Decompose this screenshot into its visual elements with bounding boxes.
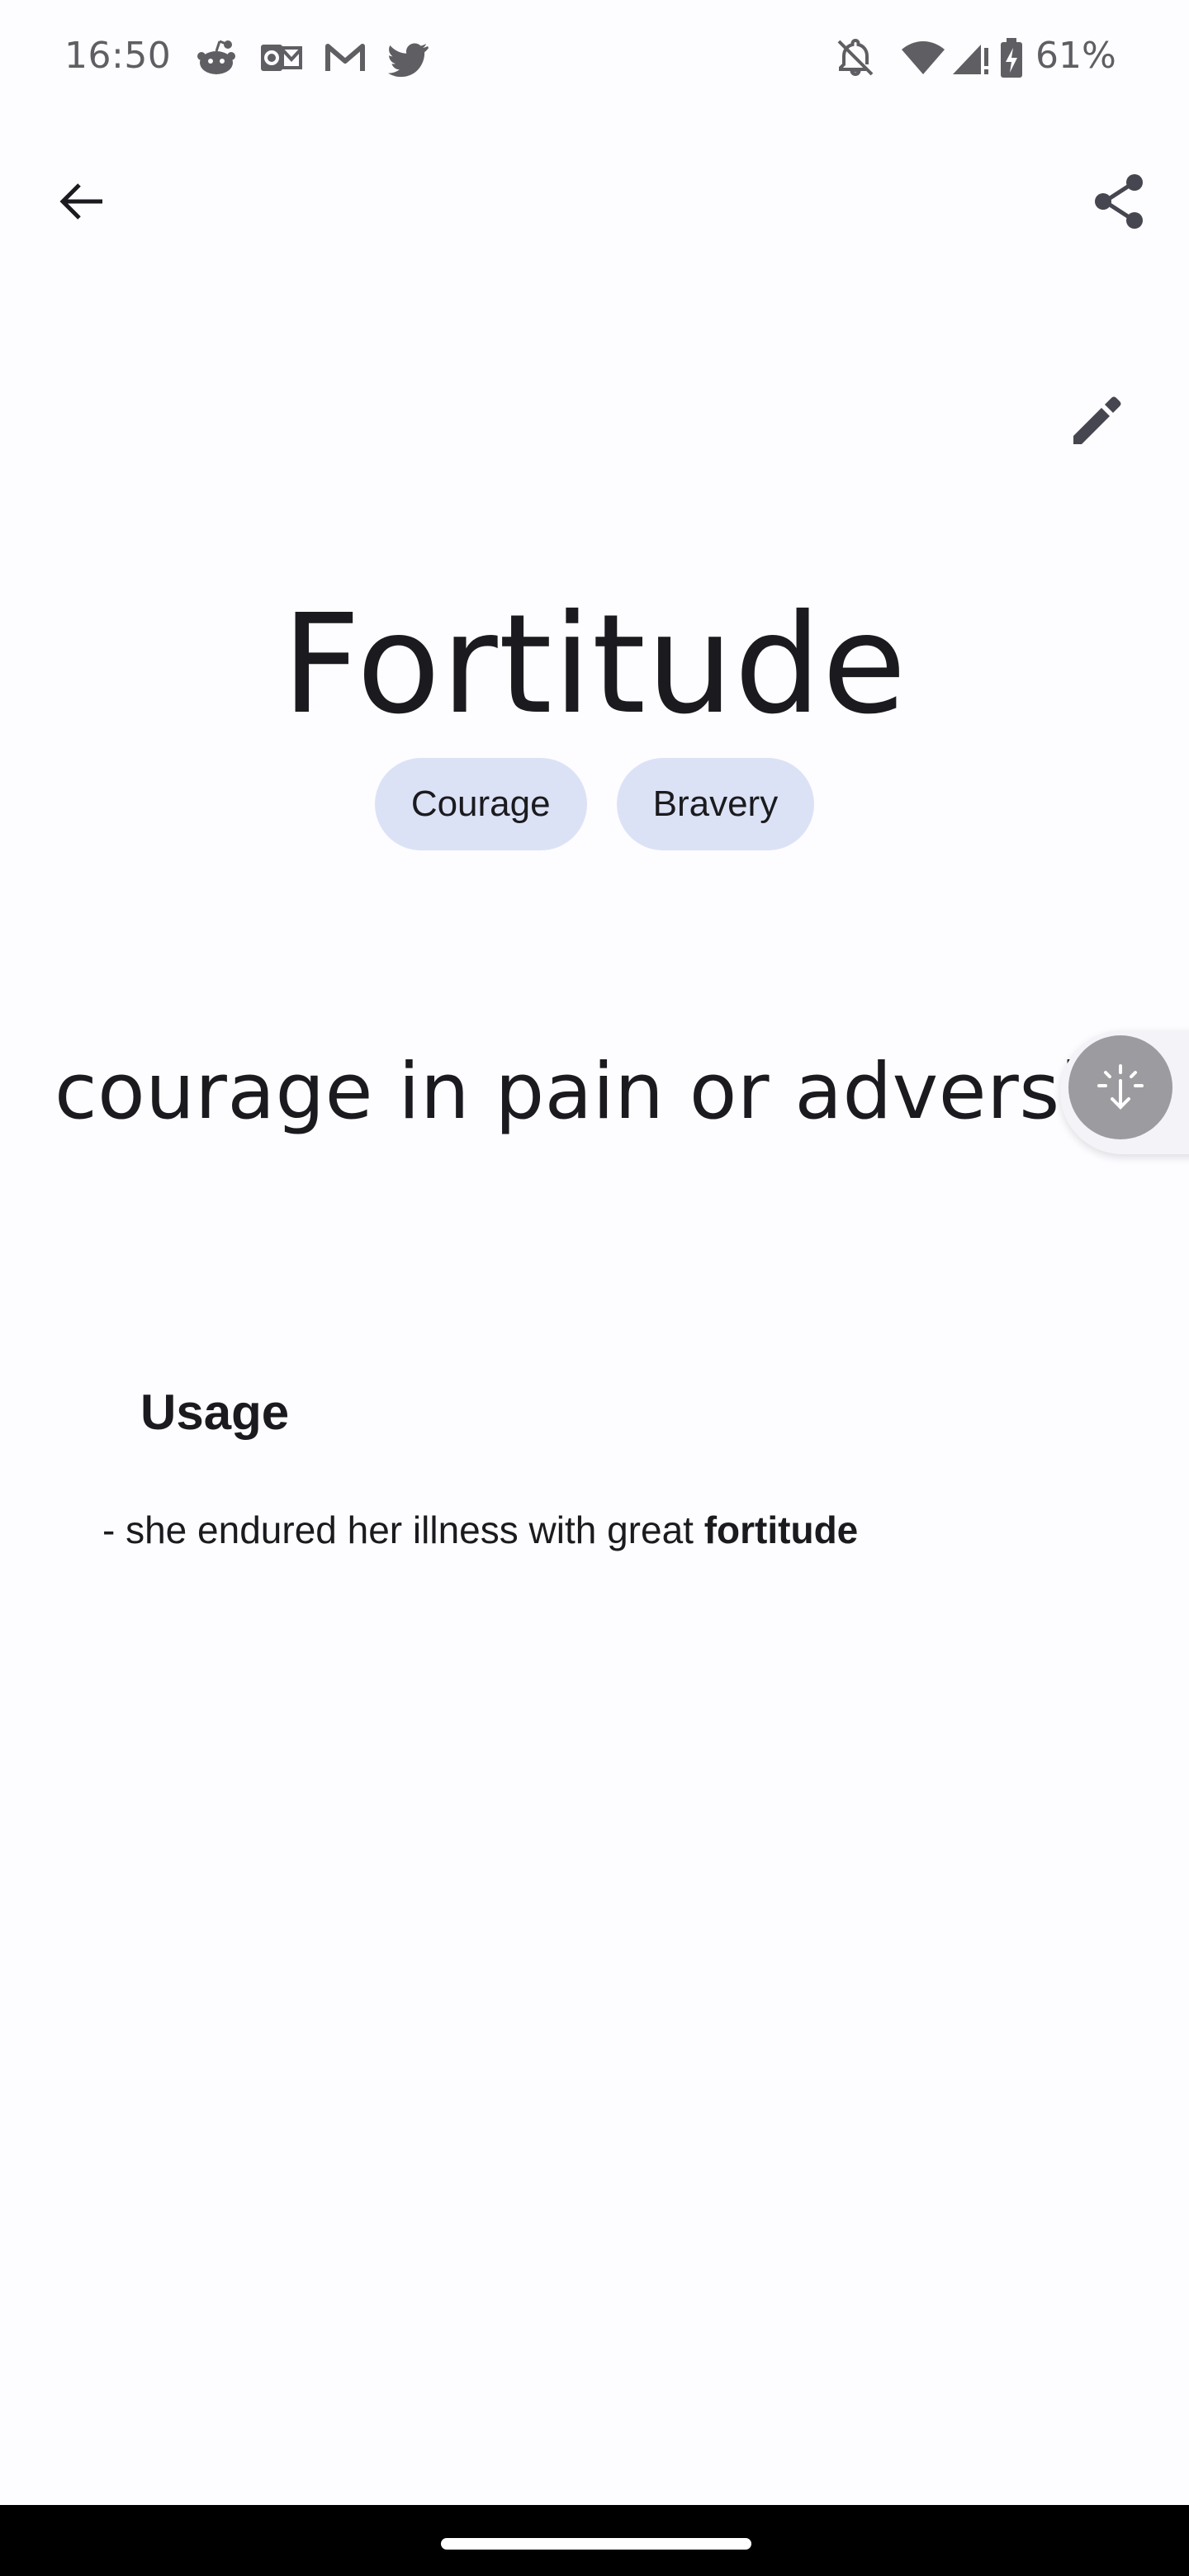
word-title: Fortitude — [282, 585, 907, 746]
signal-icon — [950, 36, 992, 79]
definition-text: courage in pain or adversity. — [54, 1047, 1173, 1137]
floating-assistant-button[interactable] — [1068, 1035, 1172, 1139]
synonym-chip-bravery[interactable]: Bravery — [616, 758, 815, 850]
usage-example-text: - she endured her illness with great — [102, 1508, 704, 1551]
usage-heading: Usage — [140, 1385, 290, 1440]
synonym-chip-courage[interactable]: Courage — [374, 758, 587, 850]
back-button[interactable] — [41, 162, 121, 241]
usage-example: - she endured her illness with great for… — [102, 1508, 858, 1552]
outlook-icon — [259, 36, 302, 79]
status-bar: 16:50 61% — [0, 0, 1189, 119]
edit-button[interactable] — [1057, 381, 1136, 461]
gmail-icon — [324, 36, 367, 79]
edit-pencil-icon — [1073, 396, 1121, 444]
status-time: 16:50 — [64, 35, 172, 77]
twitter-icon — [388, 36, 431, 79]
tap-sparkle-icon — [1097, 1064, 1144, 1110]
home-gesture-handle[interactable] — [441, 2538, 751, 2550]
battery-percentage: 61% — [1035, 35, 1116, 77]
arrow-back-icon — [59, 183, 102, 220]
battery-charging-icon — [999, 36, 1029, 79]
notifications-off-icon — [834, 36, 877, 79]
share-button[interactable] — [1080, 162, 1159, 241]
usage-example-highlight: fortitude — [703, 1508, 859, 1551]
synonym-chips: Courage Bravery — [0, 758, 1189, 850]
wifi-icon — [900, 36, 945, 79]
share-icon — [1095, 174, 1143, 229]
reddit-icon — [195, 36, 238, 79]
